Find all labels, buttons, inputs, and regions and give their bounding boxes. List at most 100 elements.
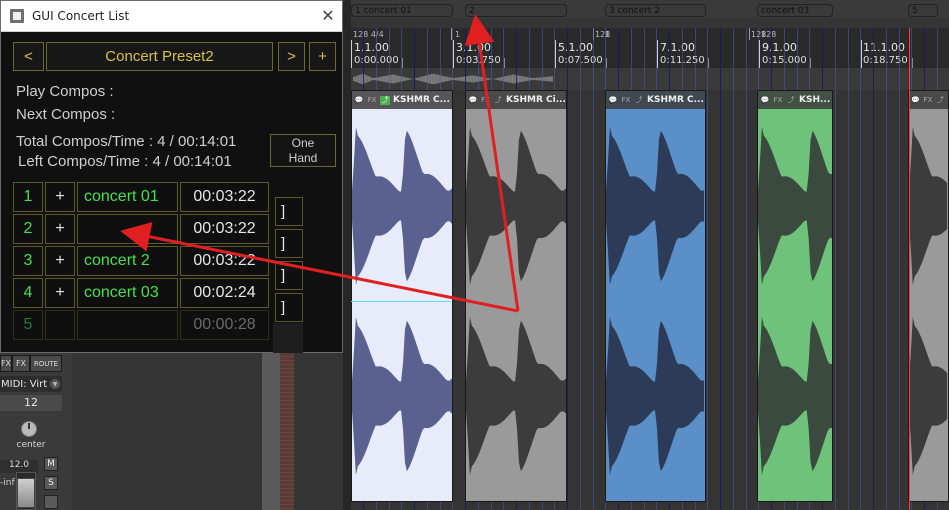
fx-icon[interactable]: FX (621, 96, 631, 105)
media-item[interactable]: 💬 FX ⤴ KSH... (757, 90, 833, 502)
row-add-button[interactable] (45, 310, 75, 340)
bar-tick (555, 40, 556, 68)
waveform-shape (909, 316, 948, 476)
volume-fader[interactable] (17, 478, 35, 508)
region-2[interactable]: 2 (465, 4, 567, 17)
row-add-button[interactable]: + (45, 214, 75, 244)
row-bracket-button[interactable]: ] (275, 261, 303, 290)
bar-tick (861, 40, 862, 68)
notes-icon[interactable]: 💬 (760, 96, 770, 105)
media-item-header: 💬 FX ⤴ KSHMR C... (606, 91, 705, 109)
chevron-down-icon: ▼ (50, 379, 60, 389)
row-name-field[interactable] (77, 214, 178, 244)
arrange-view[interactable]: 1 concert 01 2 3 concert 2 concert 03 5 … (351, 0, 949, 510)
grid-line (707, 28, 708, 510)
midi-input-label: MIDI: Virt (1, 378, 48, 390)
prev-preset-button[interactable]: < (13, 42, 44, 71)
media-item[interactable]: 💬 FX ⤴ (908, 90, 949, 502)
midi-input-select[interactable]: MIDI: Virt ▼ (0, 376, 62, 392)
solo-button[interactable]: S (44, 476, 58, 490)
row-name-field[interactable]: concert 2 (77, 246, 178, 276)
total-compos-label: Total Compos/Time : 4 / 00:14:01 (16, 133, 237, 150)
media-item-header: 💬 FX ⤴ KSHMR Ci... (466, 91, 566, 109)
notes-icon[interactable]: 💬 (911, 96, 920, 105)
fx-icon[interactable]: FX (481, 96, 491, 105)
bar-label: 9.1.00 (762, 41, 797, 54)
row-number[interactable]: 5 (13, 310, 43, 340)
waveform-right (758, 316, 832, 476)
waveform-shape (352, 126, 452, 286)
row-name-field[interactable] (77, 310, 178, 340)
volume-inf-label: -inf (0, 478, 15, 488)
time-signature: 128 4/4 (353, 30, 384, 39)
row-bracket-button[interactable]: ] (275, 229, 303, 258)
row-number[interactable]: 3 (13, 246, 43, 276)
envelope-icon[interactable]: ⤴ (936, 96, 945, 105)
bar-tick (759, 40, 760, 68)
bar-label: 5.1.00 (558, 41, 593, 54)
bar-label: 3.1.00 (456, 41, 491, 54)
row-time: 00:03:22 (180, 214, 269, 244)
envelope-icon[interactable]: ⤴ (380, 95, 390, 105)
notes-icon[interactable]: 💬 (354, 96, 364, 105)
waveform-shape (466, 316, 566, 476)
row-name-field[interactable]: concert 03 (77, 278, 178, 308)
region-5[interactable]: 5 (908, 4, 938, 17)
envelope-icon[interactable]: ⤴ (493, 96, 503, 105)
bar-tick (453, 40, 454, 68)
row-number[interactable]: 1 (13, 182, 43, 212)
close-icon[interactable]: ✕ (319, 7, 337, 25)
row-number[interactable]: 2 (13, 214, 43, 244)
next-preset-button[interactable]: > (278, 42, 305, 71)
fx-icon[interactable]: FX (923, 96, 933, 105)
row-bracket-button[interactable]: ] (275, 197, 303, 226)
envelope-icon[interactable]: ⤴ (634, 96, 644, 105)
fx-small-button[interactable]: FX (0, 355, 12, 372)
fx-button[interactable]: FX (12, 355, 30, 372)
grid-line (567, 28, 568, 510)
grid-line (873, 28, 874, 510)
panel-divider[interactable] (343, 0, 351, 510)
route-button[interactable]: ROUTE (30, 355, 62, 372)
waveform-shape (606, 126, 705, 286)
window-title: GUI Concert List (32, 9, 130, 23)
next-compos-label: Next Compos : (16, 106, 116, 123)
notes-icon[interactable]: 💬 (468, 96, 478, 105)
row-add-button[interactable]: + (45, 182, 75, 212)
add-preset-button[interactable]: + (309, 42, 336, 71)
region-label: 1 concert 01 (355, 6, 412, 16)
waveform-left (758, 126, 832, 286)
region-label: 5 (912, 6, 918, 16)
mixer-area (72, 353, 350, 510)
automation-line (351, 301, 451, 302)
media-item[interactable]: 💬 FX ⤴ KSHMR C... (351, 90, 453, 502)
media-item[interactable]: 💬 FX ⤴ KSHMR C... (605, 90, 706, 502)
mute-button[interactable]: M (44, 457, 58, 471)
one-hand-button[interactable]: One Hand (270, 134, 336, 167)
phase-button[interactable] (44, 495, 58, 509)
notes-icon[interactable]: 💬 (608, 96, 618, 105)
grid-line (860, 28, 861, 510)
bar-tick (657, 40, 658, 68)
envelope-icon[interactable]: ⤴ (786, 96, 796, 105)
row-time: 00:02:24 (180, 278, 269, 308)
region-3[interactable]: 3 concert 2 (605, 4, 706, 17)
region-4[interactable]: concert 03 (757, 4, 833, 17)
row-name-field[interactable]: concert 01 (77, 182, 178, 212)
channel-value[interactable]: 12 (0, 395, 62, 411)
row-add-button[interactable]: + (45, 246, 75, 276)
grid-line (733, 28, 734, 510)
fx-icon[interactable]: FX (773, 96, 783, 105)
media-item-header: 💬 FX ⤴ KSHMR C... (352, 91, 452, 109)
media-item-name: KSHMR Ci... (506, 95, 566, 105)
media-item[interactable]: 💬 FX ⤴ KSHMR Ci... (465, 90, 567, 502)
region-1[interactable]: 1 concert 01 (351, 4, 453, 17)
preset-name[interactable]: Concert Preset2 (46, 42, 273, 71)
row-add-button[interactable]: + (45, 278, 75, 308)
window-titlebar[interactable]: GUI Concert List ✕ (1, 1, 342, 32)
row-number[interactable]: 4 (13, 278, 43, 308)
row-bracket-button[interactable]: ] (275, 293, 303, 322)
waveform-right (909, 316, 948, 476)
pan-knob[interactable] (21, 421, 37, 437)
fx-icon[interactable]: FX (367, 96, 377, 105)
